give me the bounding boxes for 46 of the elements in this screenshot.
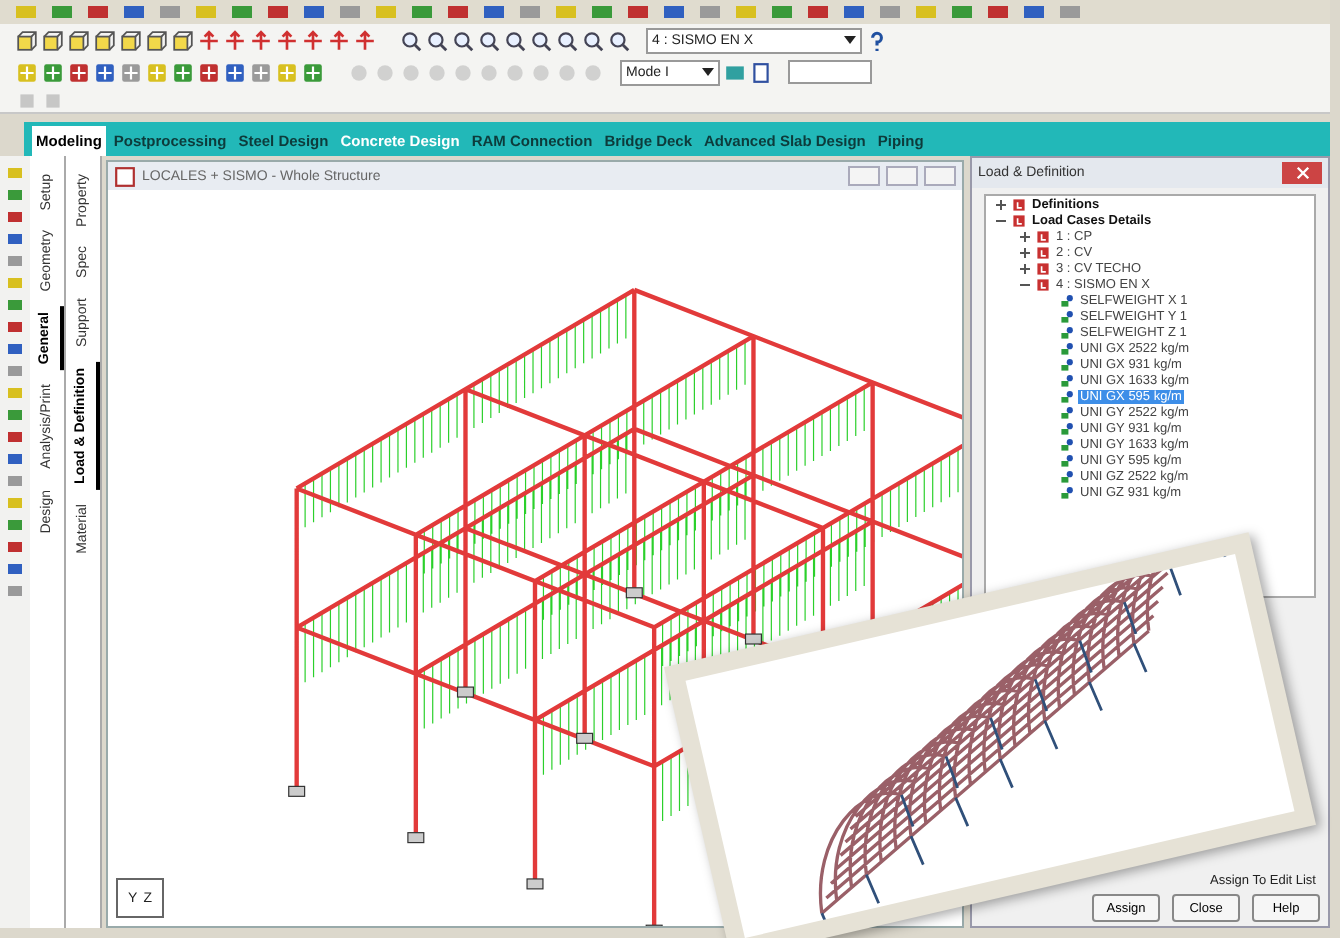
close-button[interactable] <box>1282 162 1322 184</box>
tool-icon[interactable] <box>42 61 64 83</box>
cube-icon[interactable] <box>42 29 64 51</box>
zoom-icon[interactable] <box>452 29 474 51</box>
expander-icon[interactable] <box>1018 229 1032 243</box>
cube-icon[interactable] <box>120 29 142 51</box>
tool-icon[interactable] <box>250 61 272 83</box>
tool-icon[interactable] <box>224 61 246 83</box>
expander-icon[interactable] <box>994 197 1008 211</box>
expander-icon[interactable] <box>1018 245 1032 259</box>
input-field[interactable] <box>788 60 872 84</box>
maximize-button[interactable] <box>886 166 918 186</box>
arrow-icon[interactable] <box>328 29 350 51</box>
cube-icon[interactable] <box>172 29 194 51</box>
arrow-icon[interactable] <box>354 29 376 51</box>
arrow-icon[interactable] <box>276 29 298 51</box>
zoom-icon[interactable] <box>582 29 604 51</box>
arrow-icon[interactable] <box>224 29 246 51</box>
close-icon <box>1295 166 1309 180</box>
tool-icon[interactable] <box>172 61 194 83</box>
close-button[interactable] <box>924 166 956 186</box>
tool-icon[interactable] <box>198 61 220 83</box>
arrow-icon[interactable] <box>250 29 272 51</box>
window-icon <box>114 165 136 187</box>
cube-icon[interactable] <box>16 29 38 51</box>
zoom-icon[interactable] <box>530 29 552 51</box>
zoom-icon[interactable] <box>556 29 578 51</box>
zoom-icon[interactable] <box>504 29 526 51</box>
zoom-icon[interactable] <box>400 29 422 51</box>
help-icon[interactable] <box>866 29 888 51</box>
cube-icon[interactable] <box>146 29 168 51</box>
zoom-icon[interactable] <box>478 29 500 51</box>
cube-icon[interactable] <box>68 29 90 51</box>
tool-icon[interactable] <box>94 61 116 83</box>
tool-icon[interactable] <box>302 61 324 83</box>
tool-icon[interactable] <box>68 61 90 83</box>
cube-icon[interactable] <box>94 29 116 51</box>
caret-icon <box>844 36 856 44</box>
minimize-button[interactable] <box>848 166 880 186</box>
zoom-icon[interactable] <box>608 29 630 51</box>
arrow-icon[interactable] <box>302 29 324 51</box>
caret-icon <box>702 68 714 76</box>
zoom-icon[interactable] <box>426 29 448 51</box>
tool-icon[interactable] <box>120 61 142 83</box>
expander-icon[interactable] <box>1018 261 1032 275</box>
arrow-icon[interactable] <box>198 29 220 51</box>
